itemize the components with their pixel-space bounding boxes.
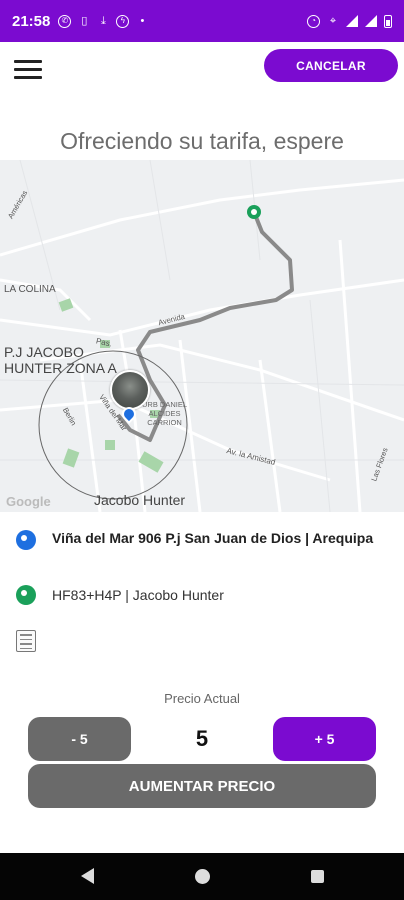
destination-marker-icon: [16, 585, 36, 605]
map-label-jacobo-hunter: Jacobo Hunter: [94, 492, 186, 508]
increase-price-button[interactable]: + 5: [273, 717, 376, 761]
map-label-hunter-zona: HUNTER ZONA A: [4, 360, 117, 376]
whatsapp-icon: ✆: [58, 14, 72, 28]
recent-apps-icon[interactable]: [311, 870, 324, 883]
back-icon[interactable]: [81, 868, 94, 884]
origin-marker-icon: [16, 530, 36, 550]
destination-row[interactable]: HF83+H4P | Jacobo Hunter: [16, 583, 396, 605]
page-title: Ofreciendo su tarifa, espere: [60, 128, 344, 154]
map-label-urb-daniel-1: URB DANIEL: [142, 400, 188, 409]
map-label-urb-daniel-2: ALCIDES: [148, 409, 181, 418]
signal-icon: [346, 15, 358, 27]
download-icon: ⤓: [100, 15, 106, 27]
menu-icon[interactable]: [14, 60, 42, 82]
status-time: 21:58: [12, 12, 51, 30]
price-label: Precio Actual: [164, 691, 240, 706]
origin-address: Viña del Mar 906 P.j San Juan de Dios | …: [52, 530, 374, 546]
location-icon: ⌖: [329, 15, 337, 27]
dot-icon: •: [140, 15, 145, 27]
status-left-icons: ✆ ▯ ⤓ ϟ •: [58, 14, 148, 28]
status-bar: 21:58 ✆ ▯ ⤓ ϟ • ◔ ⌖: [0, 0, 404, 42]
destination-address: HF83+H4P | Jacobo Hunter: [52, 587, 224, 603]
google-logo: Google: [6, 494, 51, 509]
battery-icon: [384, 14, 392, 28]
status-right-icons: ◔ ⌖: [307, 14, 392, 28]
origin-row[interactable]: Viña del Mar 906 P.j San Juan de Dios | …: [16, 528, 396, 550]
messenger-icon: ϟ: [116, 14, 130, 28]
signal-icon-2: [365, 15, 377, 27]
cancel-button[interactable]: CANCELAR: [264, 49, 398, 82]
map-label-pj-jacobo: P.J JACOBO: [4, 344, 84, 360]
map-label-urb-daniel-3: CARRION: [147, 418, 182, 427]
map-canvas: [0, 160, 404, 512]
sim-icon: ▯: [81, 15, 88, 27]
notes-icon[interactable]: [16, 630, 36, 652]
map[interactable]: LA COLINA P.J JACOBO HUNTER ZONA A URB D…: [0, 160, 404, 512]
raise-price-button[interactable]: AUMENTAR PRECIO: [28, 764, 376, 808]
home-icon[interactable]: [195, 869, 210, 884]
map-label-urb-daniel: URB DANIEL ALCIDES CARRION: [142, 400, 187, 427]
decrease-price-button[interactable]: - 5: [28, 717, 131, 761]
map-label-la-colina: LA COLINA: [4, 284, 56, 295]
price-value: 5: [195, 726, 209, 751]
driver-avatar: [110, 370, 150, 410]
alarm-icon: ◔: [307, 14, 320, 28]
